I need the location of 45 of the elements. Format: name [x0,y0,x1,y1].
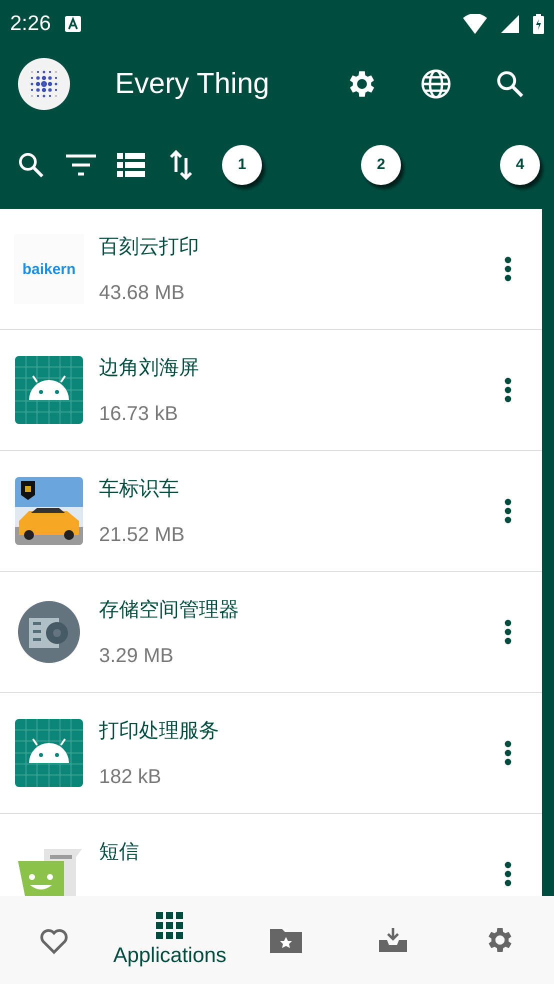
count-badge[interactable]: 4 [500,144,540,184]
app-name: 打印处理服务 [99,719,220,744]
app-size: 3.29 MB [99,645,174,668]
app-name: 边角刘海屏 [99,356,200,381]
app-size: 43.68 MB [99,282,186,305]
more-icon [504,377,512,403]
count-badge[interactable]: 1 [222,144,262,184]
storage-icon [17,600,81,664]
app-name: 短信 [99,840,140,865]
app-row[interactable]: 存储空间管理器 3.29 MB [0,572,542,693]
app-size: 21.52 MB [99,524,186,547]
search-icon [494,68,526,100]
app-row[interactable]: 打印处理服务 182 kB [0,693,542,814]
dot-globe-icon [29,69,59,99]
app-name: 存储空间管理器 [99,598,240,623]
filter-icon [66,154,96,176]
signal-icon [501,15,519,33]
grid-icon [156,912,184,940]
sort-icon [169,150,193,180]
globe-icon [420,68,452,100]
app-title: Every Thing [115,68,270,100]
wifi-icon [463,14,487,34]
nav-tab[interactable]: Applications [107,911,232,969]
app-name: 车标识车 [99,477,180,502]
more-icon [504,619,512,645]
list-icon [117,152,145,176]
more-icon [504,256,512,282]
status-time: 2:26 [10,12,51,36]
battery-icon [533,14,544,34]
app-name: 百刻云打印 [99,235,200,260]
app-row[interactable]: 车标识车 21.52 MB [0,451,542,572]
folder-star-icon [270,927,302,953]
android-icon [15,719,83,787]
tray-icon [377,926,410,954]
app-size: 182 kB [99,766,162,789]
app-size: 16.73 kB [99,403,179,426]
app-row[interactable]: 边角刘海屏 16.73 kB [0,330,542,451]
count-badge[interactable]: 2 [361,144,401,184]
android-icon [15,356,83,424]
keyboard-notification-icon [64,16,81,32]
app-row[interactable]: baikern 百刻云打印 43.68 MB [0,209,542,330]
more-icon [504,861,512,887]
app-logo: baikern [14,234,84,304]
more-icon [504,740,512,766]
more-icon [504,498,512,524]
